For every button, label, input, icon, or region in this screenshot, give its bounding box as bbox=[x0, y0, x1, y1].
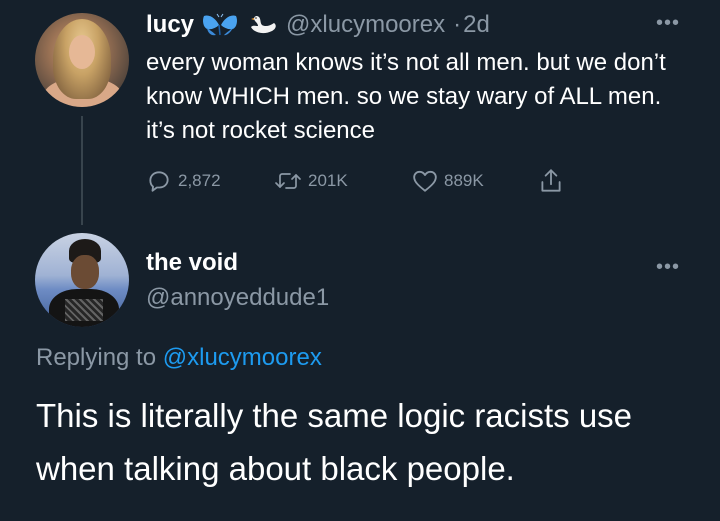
retweet-count: 201K bbox=[308, 171, 348, 190]
separator-dot: · bbox=[453, 11, 462, 38]
avatar-the-void[interactable] bbox=[35, 233, 129, 327]
tweet-text: every woman knows it’s not all men. but … bbox=[146, 49, 666, 144]
butterfly-emoji-icon bbox=[202, 13, 240, 37]
reply-count: 2,872 bbox=[178, 171, 221, 190]
replying-to-label: Replying to bbox=[36, 344, 157, 371]
thread-connector-line bbox=[81, 116, 83, 225]
like-count: 889K bbox=[444, 171, 484, 190]
action-bar: 2,872 201K 889K bbox=[146, 166, 564, 196]
more-icon[interactable]: ••• bbox=[656, 257, 680, 277]
reply-button[interactable]: 2,872 bbox=[146, 168, 274, 194]
replying-to-mention-link[interactable]: @xlucymoorex bbox=[163, 344, 322, 371]
display-name[interactable]: lucy bbox=[146, 11, 194, 39]
swan-emoji-icon bbox=[248, 13, 278, 37]
heart-icon bbox=[412, 169, 438, 193]
handle[interactable]: @annoyeddude1 bbox=[146, 284, 329, 312]
handle[interactable]: @xlucymoorex bbox=[286, 11, 445, 39]
timestamp[interactable]: 2d bbox=[463, 11, 490, 39]
retweet-button[interactable]: 201K bbox=[274, 168, 412, 194]
replying-to: Replying to @xlucymoorex bbox=[36, 344, 322, 372]
display-name[interactable]: the void bbox=[146, 249, 238, 277]
like-button[interactable]: 889K bbox=[412, 169, 538, 193]
reply-icon bbox=[146, 168, 172, 194]
tweet-text: This is literally the same logic racists… bbox=[36, 397, 633, 487]
tweet-header: lucy @xlucymoorex · 2d bbox=[146, 10, 490, 40]
share-icon bbox=[538, 167, 564, 195]
share-button[interactable] bbox=[538, 167, 564, 195]
retweet-icon bbox=[274, 168, 302, 194]
more-icon[interactable]: ••• bbox=[656, 13, 680, 33]
avatar-lucy[interactable] bbox=[35, 13, 129, 107]
